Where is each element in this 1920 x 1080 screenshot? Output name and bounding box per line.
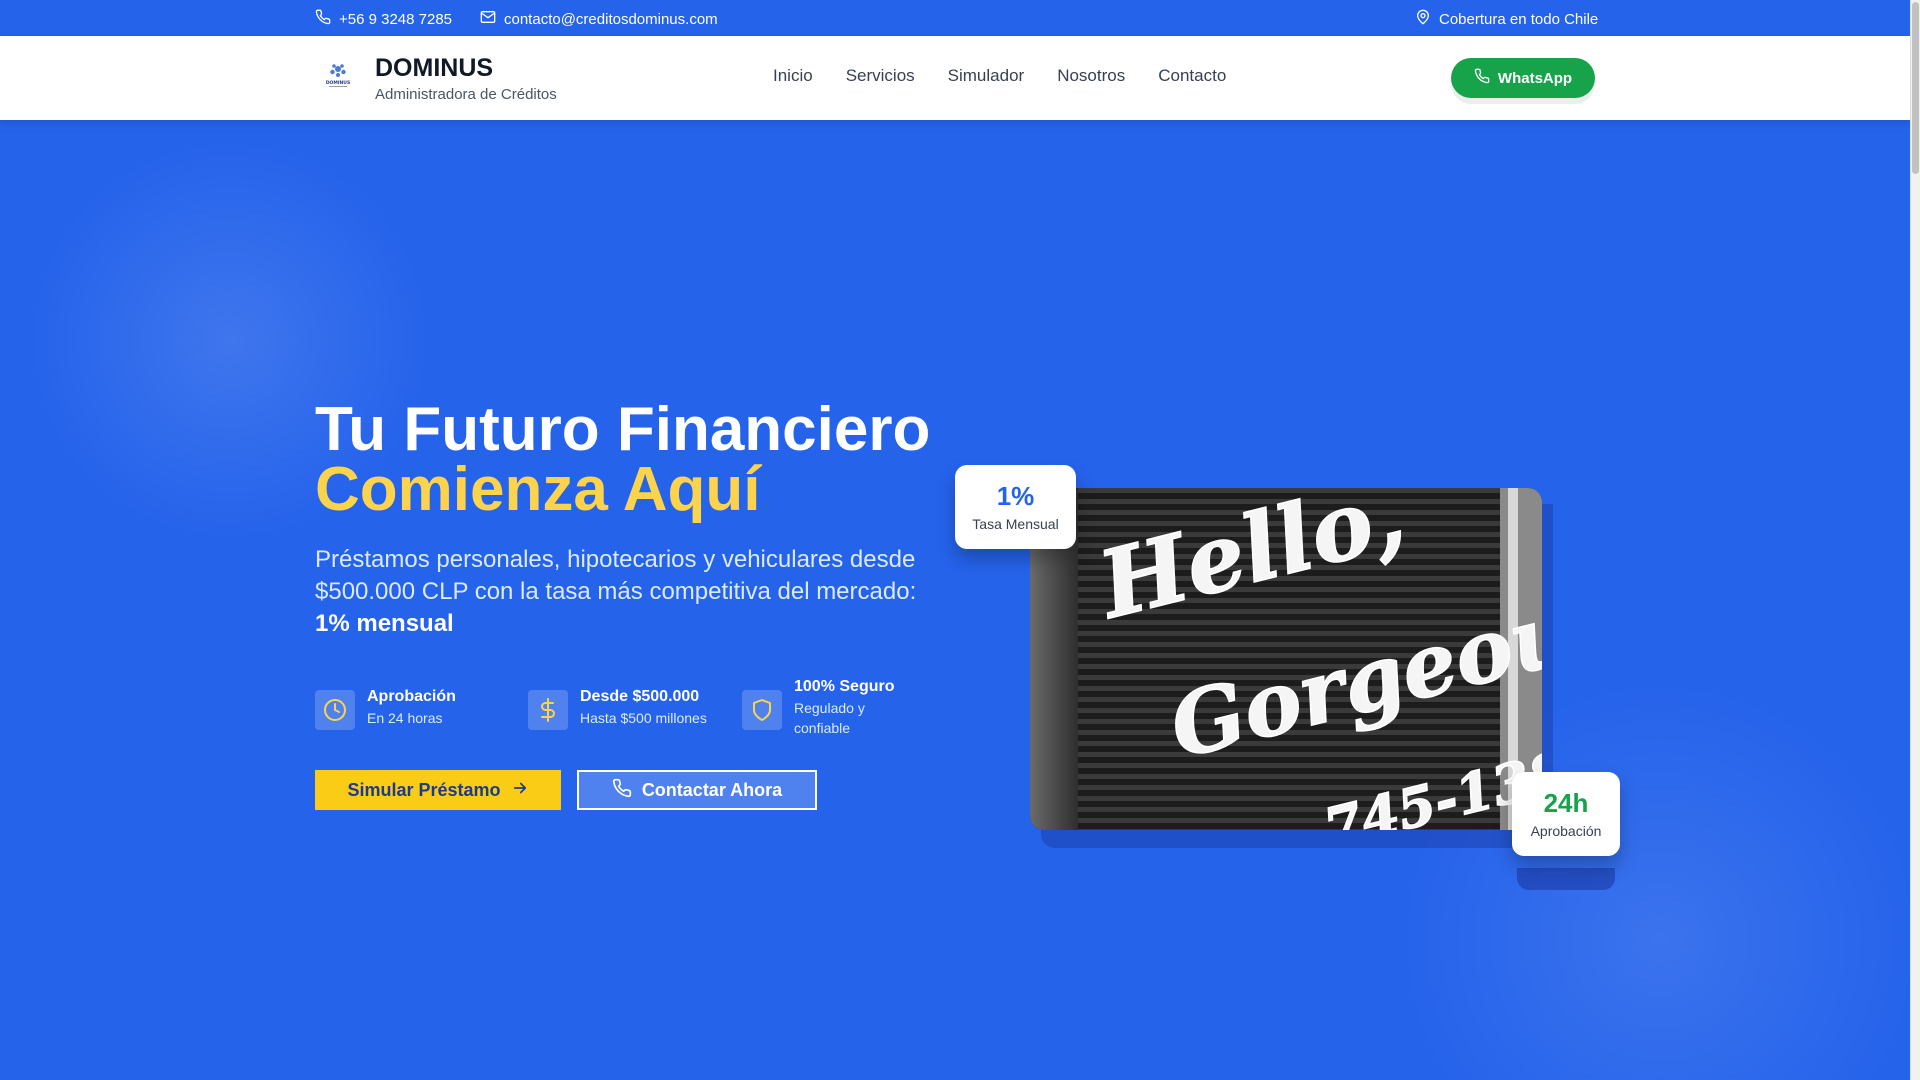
approval-card-value: 24h <box>1543 788 1589 818</box>
nav-contacto[interactable]: Contacto <box>1158 66 1226 86</box>
brand-name[interactable]: DOMINUS <box>375 54 493 83</box>
logo-emblem-icon: DOMINUS <box>326 64 350 87</box>
hero-photo-neon-sign: Hello, Gorgeous! 745-1383 <box>1030 488 1542 830</box>
nav-servicios[interactable]: Servicios <box>846 66 915 86</box>
simulate-loan-button[interactable]: Simular Préstamo <box>315 770 561 810</box>
map-pin-icon <box>1415 9 1431 29</box>
phone-icon <box>1474 68 1490 88</box>
mail-icon <box>480 9 496 29</box>
logo-text: DOMINUS <box>326 80 350 86</box>
main-nav: Inicio Servicios Simulador Nosotros Cont… <box>773 66 1226 86</box>
nav-simulador[interactable]: Simulador <box>948 66 1025 86</box>
site-header: DOMINUS DOMINUS Administradora de Crédit… <box>0 36 1910 120</box>
approval-card-shadow <box>1517 868 1615 890</box>
topbar-coverage-text: Cobertura en todo Chile <box>1439 10 1599 28</box>
feature-approval-sub: En 24 horas <box>367 710 443 726</box>
feature-secure-sub: Regulado y confiable <box>794 700 865 736</box>
phone-icon <box>612 778 632 803</box>
scrollbar-thumb[interactable] <box>1912 2 1919 174</box>
dollar-icon <box>528 690 568 730</box>
topbar-phone[interactable]: +56 9 3248 7285 <box>315 9 452 29</box>
topbar-phone-text: +56 9 3248 7285 <box>339 10 453 28</box>
page-scrollbar[interactable] <box>1910 0 1920 1080</box>
brand-logo[interactable]: DOMINUS <box>318 56 358 96</box>
approval-card: 24h Aprobación <box>1512 772 1620 856</box>
hero-lead-highlight: 1% mensual <box>315 610 454 637</box>
contact-now-button[interactable]: Contactar Ahora <box>577 770 817 810</box>
feature-secure-title: 100% Seguro <box>794 678 895 695</box>
phone-icon <box>315 9 331 29</box>
topbar-email[interactable]: contacto@creditosdominus.com <box>480 9 718 29</box>
topbar-email-text: contacto@creditosdominus.com <box>504 10 718 28</box>
feature-amount-sub: Hasta $500 millones <box>580 710 707 726</box>
shield-icon <box>742 690 782 730</box>
top-contact-bar: +56 9 3248 7285 contacto@creditosdominus… <box>0 0 1910 36</box>
nav-nosotros[interactable]: Nosotros <box>1057 66 1125 86</box>
arrow-right-icon <box>511 779 529 802</box>
hero-lead: Préstamos personales, hipotecarios y veh… <box>315 544 935 640</box>
rate-card-value: 1% <box>996 481 1035 511</box>
whatsapp-button-label: WhatsApp <box>1497 69 1573 87</box>
hero-lead-text: Préstamos personales, hipotecarios y veh… <box>315 546 917 605</box>
page: +56 9 3248 7285 contacto@creditosdominus… <box>0 0 1910 1080</box>
feature-amount-title: Desde $500.000 <box>580 688 700 705</box>
nav-inicio[interactable]: Inicio <box>773 66 813 86</box>
feature-approval-title: Aprobación <box>367 688 456 705</box>
simulate-loan-label: Simular Préstamo <box>347 779 501 800</box>
feature-approval: Aprobación En 24 horas <box>315 686 456 730</box>
topbar-coverage: Cobertura en todo Chile <box>1415 9 1598 29</box>
feature-secure: 100% Seguro Regulado y confiable <box>742 676 914 738</box>
rate-card-label: Tasa Mensual <box>972 516 1059 532</box>
approval-card-label: Aprobación <box>1530 823 1602 839</box>
hero-title-line2: Comienza Aquí <box>315 455 761 524</box>
brand-tagline: Administradora de Créditos <box>375 86 557 103</box>
feature-amount: Desde $500.000 Hasta $500 millones <box>528 686 707 730</box>
hero-title-line1: Tu Futuro Financiero <box>315 395 931 464</box>
whatsapp-button[interactable]: WhatsApp <box>1451 58 1595 98</box>
hero-section: Tu Futuro Financiero Comienza Aquí Prést… <box>0 120 1910 1080</box>
contact-now-label: Contactar Ahora <box>641 779 783 800</box>
rate-card: 1% Tasa Mensual <box>955 465 1076 549</box>
clock-icon <box>315 690 355 730</box>
